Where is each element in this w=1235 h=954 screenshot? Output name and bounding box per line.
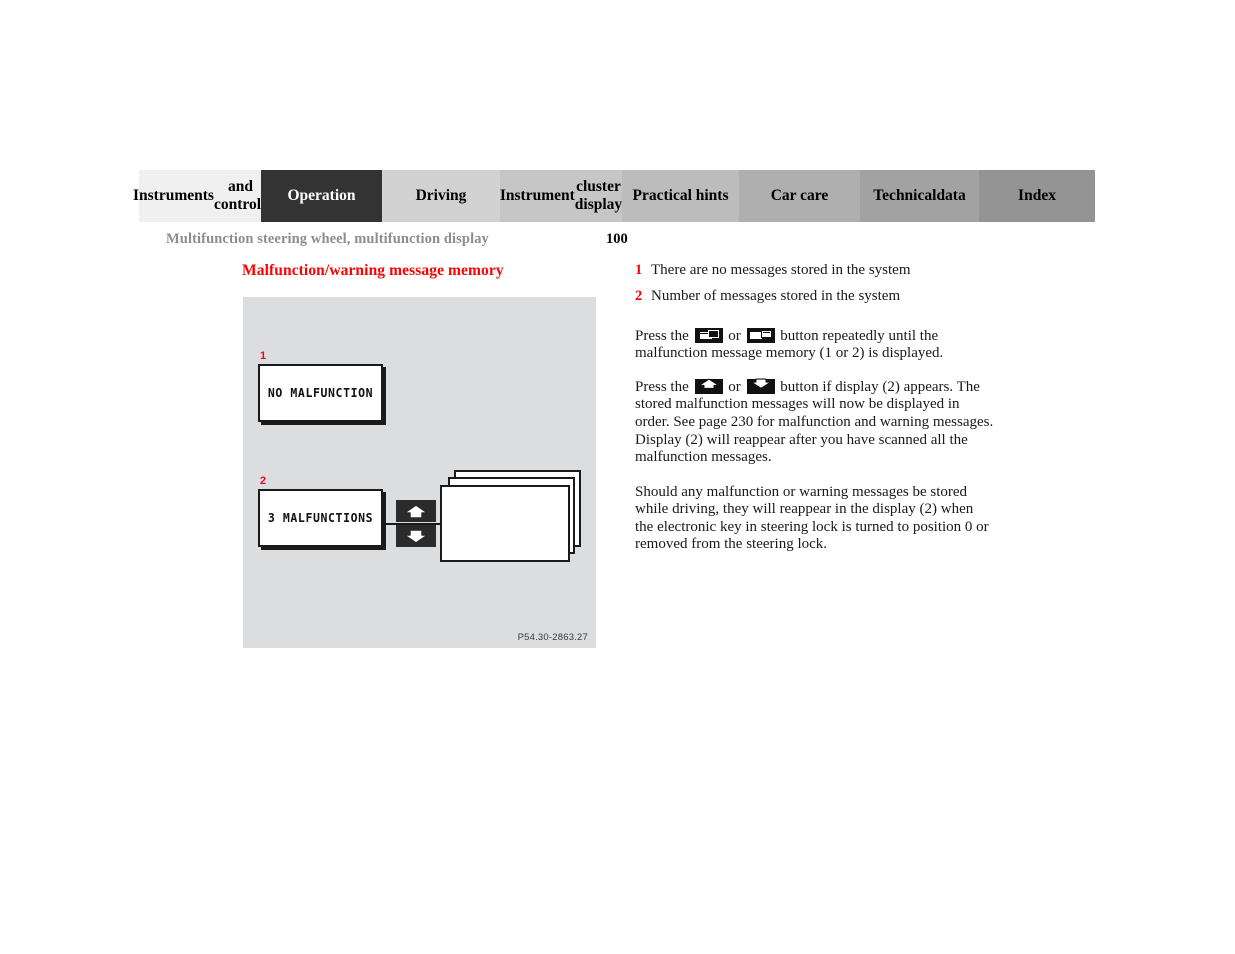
p2-text-or: or xyxy=(724,378,745,395)
display-1-text: NO MALFUNCTION xyxy=(267,385,374,401)
paragraph-stored-while-driving: Should any malfunction or warning messag… xyxy=(635,483,989,553)
down-arrow-pentagon-icon xyxy=(403,528,429,544)
tab-car-care[interactable]: Car care xyxy=(739,170,860,222)
p1-text-or: or xyxy=(724,327,745,344)
paragraph-press-arrow-buttons: Press the or button if display (2) appea… xyxy=(635,378,995,467)
tab-practical-hints[interactable]: Practical hints xyxy=(622,170,739,222)
tab-operation[interactable]: Operation xyxy=(261,170,382,222)
icon-line xyxy=(762,331,770,334)
legend-number-2: 2 xyxy=(635,287,643,304)
tab-label-line: Operation xyxy=(287,186,356,204)
tab-label-line: cluster display xyxy=(574,177,623,213)
page-right-button-icon xyxy=(746,327,775,343)
up-arrow-pentagon-icon xyxy=(403,503,429,519)
tab-driving[interactable]: Driving xyxy=(382,170,500,222)
icon-line xyxy=(699,332,708,335)
legend-text-1: There are no messages stored in the syst… xyxy=(651,262,911,278)
up-arrow-pentagon-icon xyxy=(698,378,720,396)
figure-code: P54.30-2863.27 xyxy=(517,632,588,643)
section-heading: Malfunction/warning message memory xyxy=(242,262,504,279)
tab-label-line: Technical xyxy=(873,186,937,204)
figure-panel: 1 NO MALFUNCTION 2 3 MALFUNCTIONS P54.30… xyxy=(243,297,596,648)
chapter-tab-bar: Instruments and controls Operation Driving I… xyxy=(133,170,1095,222)
tab-label-line: Index xyxy=(1018,186,1056,204)
right-column: 1 There are no messages stored in the sy… xyxy=(635,261,995,569)
paragraph-press-page-buttons: Press the or button repeatedly until the… xyxy=(635,327,995,363)
tab-instrument-cluster-display[interactable]: Instrument cluster display xyxy=(500,170,622,222)
icon-rect-back xyxy=(707,329,719,338)
p2-text-a: Press the xyxy=(635,378,693,395)
figure-up-button[interactable] xyxy=(396,500,436,522)
display-2-text: 3 MALFUNCTIONS xyxy=(267,510,374,526)
tab-technical-data[interactable]: Technical data xyxy=(860,170,979,222)
tab-label-line: Driving xyxy=(415,186,467,204)
figure-down-button[interactable] xyxy=(396,525,436,547)
p1-text-a: Press the xyxy=(635,327,693,344)
up-button-icon xyxy=(694,378,723,396)
callout-2: 2 xyxy=(260,475,267,487)
legend-item-2: 2 Number of messages stored in the syste… xyxy=(635,287,995,306)
tab-instruments-and-controls[interactable]: Instruments and controls xyxy=(133,170,267,222)
stack-card-front xyxy=(440,485,570,562)
page-left-button-icon xyxy=(694,327,723,343)
tab-label-line: Practical hints xyxy=(632,186,729,204)
down-button-icon xyxy=(746,378,775,396)
tab-index[interactable]: Index xyxy=(979,170,1095,222)
legend-number-1: 1 xyxy=(635,262,643,278)
tab-label-line: data xyxy=(936,186,966,204)
running-head: Multifunction steering wheel, multifunct… xyxy=(166,231,489,247)
callout-1: 1 xyxy=(260,350,267,362)
down-arrow-pentagon-icon xyxy=(750,378,772,396)
page-number: 100 xyxy=(606,231,628,247)
display-3-malfunctions: 3 MALFUNCTIONS xyxy=(258,489,383,547)
legend-item-1: 1 There are no messages stored in the sy… xyxy=(635,261,995,280)
tab-label-line: Car care xyxy=(770,186,829,204)
legend-text-2: Number of messages stored in the system xyxy=(651,287,901,304)
tab-label-line: Instrument xyxy=(499,186,575,204)
display-no-malfunction: NO MALFUNCTION xyxy=(258,364,383,422)
tab-label-line: Instruments xyxy=(132,186,214,204)
tab-label-line: and controls xyxy=(213,177,268,213)
